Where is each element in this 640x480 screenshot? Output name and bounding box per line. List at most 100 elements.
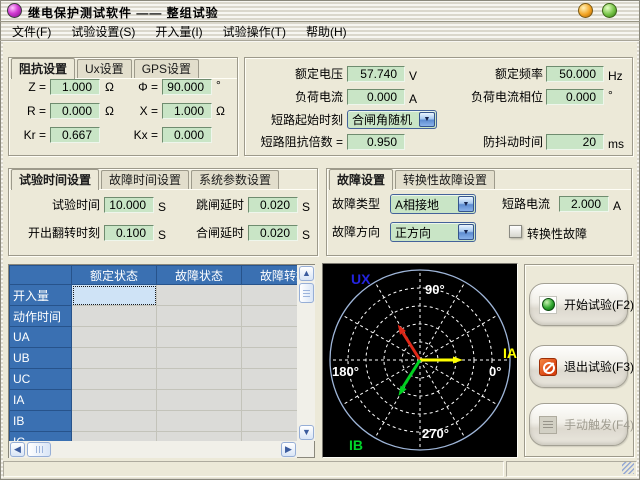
x-label: X =: [120, 103, 158, 119]
test-time-label: 试验时间: [12, 197, 100, 213]
table-cell[interactable]: [242, 411, 298, 432]
vertical-scrollbar[interactable]: ▲ ▼: [298, 265, 315, 441]
minimize-button[interactable]: [578, 3, 593, 18]
table-cell[interactable]: [72, 306, 157, 327]
table-cell[interactable]: [242, 285, 298, 306]
scroll-left-icon[interactable]: ◀: [10, 442, 25, 457]
row-header: UA: [10, 327, 72, 348]
table-cell[interactable]: [72, 411, 157, 432]
fault-dir-dropdown[interactable]: 正方向 ▼: [390, 222, 476, 242]
table-cell[interactable]: [72, 369, 157, 390]
tab-fault-time[interactable]: 故障时间设置: [101, 170, 189, 189]
load-current-unit: A: [409, 91, 417, 107]
kx-input[interactable]: 0.000: [162, 127, 212, 143]
chevron-down-icon[interactable]: ▼: [458, 224, 474, 240]
load-phase-input[interactable]: 0.000: [546, 89, 604, 105]
table-cell[interactable]: [157, 369, 242, 390]
table-row: 开入量: [10, 285, 298, 306]
load-current-input[interactable]: 0.000: [347, 89, 405, 105]
trip-delay-unit: S: [302, 199, 310, 215]
start-icon: [539, 296, 557, 314]
menu-test-settings[interactable]: 试验设置(S): [61, 23, 145, 41]
fault-type-dropdown[interactable]: A相接地 ▼: [390, 194, 476, 214]
exit-test-button[interactable]: 退出试验(F3): [529, 345, 628, 388]
short-start-label: 短路起始时刻: [246, 112, 343, 128]
r-label: R =: [12, 103, 46, 119]
kr-input[interactable]: 0.667: [50, 127, 100, 143]
flip-time-unit: S: [158, 227, 166, 243]
table-cell[interactable]: [157, 432, 242, 442]
table-row: IA: [10, 390, 298, 411]
scroll-right-icon[interactable]: ▶: [281, 442, 296, 457]
debounce-input[interactable]: 20: [546, 134, 604, 150]
table-cell[interactable]: [157, 390, 242, 411]
scroll-up-icon[interactable]: ▲: [299, 266, 314, 281]
rated-voltage-input[interactable]: 57.740: [347, 66, 405, 82]
close-button[interactable]: [602, 3, 617, 18]
kx-label: Kx =: [116, 127, 158, 143]
x-input[interactable]: 1.000: [162, 103, 212, 119]
tab-gps-settings[interactable]: GPS设置: [134, 59, 199, 78]
chevron-down-icon[interactable]: ▼: [458, 196, 474, 212]
table-cell-selected[interactable]: [72, 285, 157, 306]
table-cell[interactable]: [157, 348, 242, 369]
short-start-dropdown[interactable]: 合闸角随机 ▼: [347, 110, 437, 129]
phi-input[interactable]: 90.000: [162, 79, 212, 95]
table-cell[interactable]: [157, 285, 242, 306]
chevron-down-icon[interactable]: ▼: [419, 112, 435, 127]
tab-convert-fault-settings[interactable]: 转换性故障设置: [395, 170, 495, 189]
table-cell[interactable]: [242, 327, 298, 348]
menu-binary-input[interactable]: 开入量(I): [145, 23, 212, 41]
table-cell[interactable]: [157, 327, 242, 348]
menu-test-operation[interactable]: 试验操作(T): [213, 23, 296, 41]
table-cell[interactable]: [72, 390, 157, 411]
vscroll-thumb[interactable]: [299, 283, 314, 303]
load-phase-label: 负荷电流相位: [440, 89, 543, 105]
scroll-down-icon[interactable]: ▼: [299, 425, 314, 440]
tab-impedance-settings[interactable]: 阻抗设置: [11, 58, 75, 79]
tab-fault-settings[interactable]: 故障设置: [329, 169, 393, 190]
col-header-fault[interactable]: 故障状态: [157, 266, 242, 285]
table-cell[interactable]: [242, 348, 298, 369]
manual-trigger-label: 手动触发(F4): [564, 416, 634, 433]
r-input[interactable]: 0.000: [50, 103, 100, 119]
tab-ux-settings[interactable]: Ux设置: [77, 59, 132, 78]
col-header-rated[interactable]: 额定状态: [72, 266, 157, 285]
convert-fault-checkbox[interactable]: [509, 225, 522, 238]
table-cell[interactable]: [242, 390, 298, 411]
flip-time-label: 开出翻转时刻: [12, 225, 100, 241]
table-cell[interactable]: [242, 432, 298, 442]
row-header: UC: [10, 369, 72, 390]
horizontal-scrollbar[interactable]: ◀ ▶: [9, 442, 297, 458]
table-cell[interactable]: [72, 327, 157, 348]
table-cell[interactable]: [242, 306, 298, 327]
short-current-input[interactable]: 2.000: [559, 196, 609, 212]
trip-delay-input[interactable]: 0.020: [248, 197, 298, 213]
tab-system-params[interactable]: 系统参数设置: [191, 170, 279, 189]
table-cell[interactable]: [157, 411, 242, 432]
status-bar-right: [506, 461, 637, 477]
close-delay-input[interactable]: 0.020: [248, 225, 298, 241]
table-row: UA: [10, 327, 298, 348]
z-input[interactable]: 1.000: [50, 79, 100, 95]
flip-time-input[interactable]: 0.100: [104, 225, 154, 241]
menu-help[interactable]: 帮助(H): [296, 23, 357, 41]
table-cell[interactable]: [157, 306, 242, 327]
table-cell[interactable]: [242, 369, 298, 390]
col-header-convert[interactable]: 故障转换: [242, 266, 298, 285]
row-header: 动作时间: [10, 306, 72, 327]
window-title: 继电保护测试软件 —— 整组试验: [28, 4, 219, 21]
rated-freq-input[interactable]: 50.000: [546, 66, 604, 82]
menu-file[interactable]: 文件(F): [2, 23, 61, 41]
manual-trigger-button[interactable]: 手动触发(F4): [529, 403, 628, 446]
hscroll-thumb[interactable]: [27, 442, 51, 457]
tab-test-time[interactable]: 试验时间设置: [11, 169, 99, 190]
impedance-mult-input[interactable]: 0.950: [347, 134, 405, 150]
table-cell[interactable]: [72, 432, 157, 442]
test-time-input[interactable]: 10.000: [104, 197, 154, 213]
title-bar[interactable]: 继电保护测试软件 —— 整组试验: [0, 0, 640, 22]
start-test-button[interactable]: 开始试验(F2): [529, 283, 628, 326]
table-cell[interactable]: [72, 348, 157, 369]
fault-type-value: A相接地: [395, 195, 439, 213]
resize-grip[interactable]: [622, 462, 634, 474]
